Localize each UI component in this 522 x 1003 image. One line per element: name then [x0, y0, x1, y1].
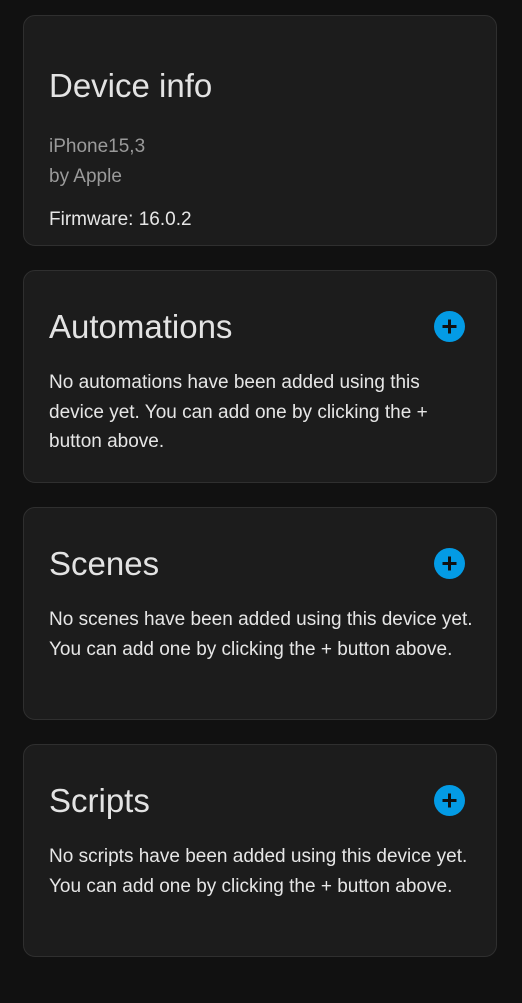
automations-title: Automations: [49, 308, 233, 345]
device-info-card: Device info iPhone15,3 by Apple Firmware…: [23, 15, 497, 246]
device-manufacturer: by Apple: [49, 166, 122, 187]
automations-card: Automations No automations have been add…: [23, 270, 497, 483]
scenes-empty-text: No scenes have been added using this dev…: [49, 609, 473, 660]
add-script-button[interactable]: [434, 785, 465, 816]
device-model: iPhone15,3: [49, 136, 146, 157]
plus-icon: [442, 793, 457, 808]
scripts-empty-text: No scripts have been added using this de…: [49, 846, 468, 897]
device-info-title: Device info: [49, 67, 213, 104]
scripts-title: Scripts: [49, 782, 150, 819]
plus-icon: [442, 319, 457, 334]
plus-icon: [442, 556, 457, 571]
scenes-card: Scenes No scenes have been added using t…: [23, 507, 497, 720]
add-scene-button[interactable]: [434, 548, 465, 579]
automations-empty-text: No automations have been added using thi…: [49, 372, 428, 452]
scenes-title: Scenes: [49, 545, 160, 582]
device-page: Device info iPhone15,3 by Apple Firmware…: [0, 0, 522, 1003]
add-automation-button[interactable]: [434, 311, 465, 342]
device-firmware: Firmware: 16.0.2: [49, 209, 192, 230]
scripts-card: Scripts No scripts have been added using…: [23, 744, 497, 957]
